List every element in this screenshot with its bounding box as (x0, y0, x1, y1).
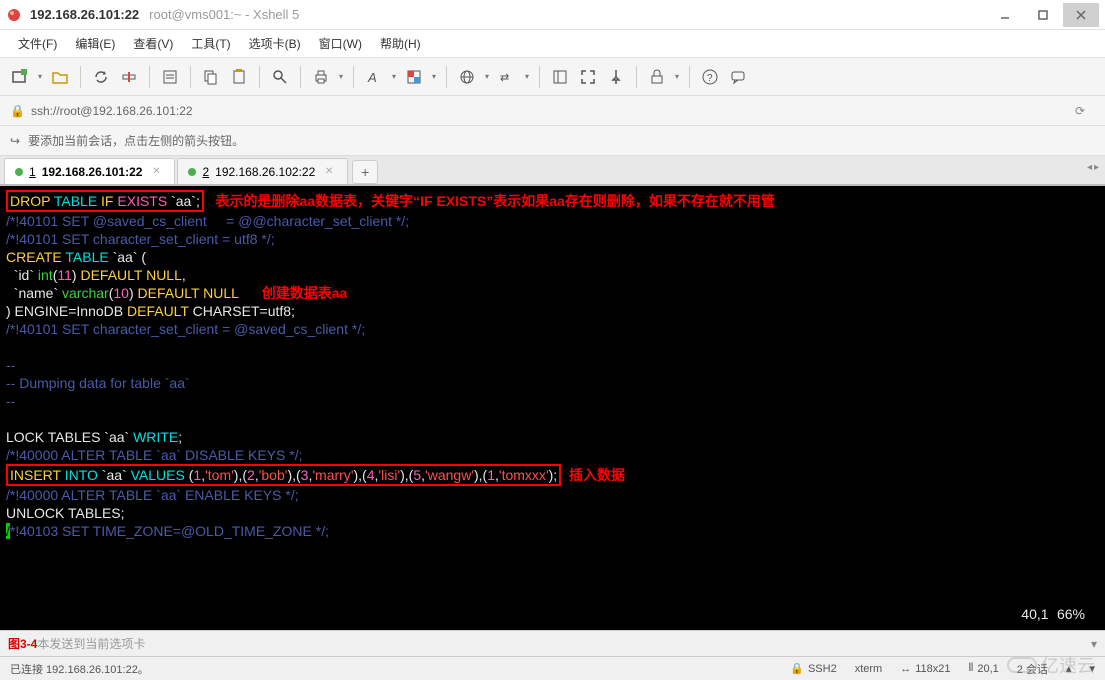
disconnect-icon[interactable] (117, 65, 141, 89)
status-connection: 已连接 192.168.26.101:22。 (10, 661, 772, 677)
print-icon[interactable] (309, 65, 333, 89)
toolbar: ▾ ▾ A ▾ ▾ ▾ ⇄ ▾ ▾ ? (0, 58, 1105, 96)
refresh-icon[interactable]: ⟳ (1075, 104, 1095, 118)
tab-bar: 1 192.168.26.101:22 ✕ 2 192.168.26.102:2… (0, 156, 1105, 186)
close-tab-icon[interactable]: ✕ (148, 164, 164, 180)
search-icon[interactable] (268, 65, 292, 89)
dropdown-icon[interactable]: ▾ (337, 72, 345, 81)
dropdown-icon[interactable]: ▾ (36, 72, 44, 81)
font-icon[interactable]: A (362, 65, 386, 89)
properties-icon[interactable] (158, 65, 182, 89)
send-text: 本发送到当前选项卡 (37, 635, 145, 652)
menubar: 文件(F) 编辑(E) 查看(V) 工具(T) 选项卡(B) 窗口(W) 帮助(… (0, 30, 1105, 58)
status-protocol: 🔒SSH2 (790, 662, 836, 675)
new-session-icon[interactable] (8, 65, 32, 89)
menu-window[interactable]: 窗口(W) (311, 32, 370, 55)
reconnect-icon[interactable] (89, 65, 113, 89)
tab-session-2[interactable]: 2 192.168.26.102:22 ✕ (177, 158, 348, 184)
svg-text:?: ? (707, 73, 713, 84)
minimize-button[interactable] (987, 3, 1023, 27)
maximize-button[interactable] (1025, 3, 1061, 27)
status-bar: 已连接 192.168.26.101:22。 🔒SSH2 xterm ↔118x… (0, 656, 1105, 680)
tab-prev-icon[interactable]: ◂ (1087, 162, 1092, 173)
tab-next-icon[interactable]: ▸ (1094, 162, 1099, 173)
arrow-icon[interactable]: ↪ (10, 134, 20, 148)
address-url[interactable]: ssh://root@192.168.26.101:22 (31, 104, 193, 118)
window-title: 192.168.26.101:22 (30, 7, 139, 22)
window-subtitle: root@vms001:~ - Xshell 5 (149, 7, 299, 22)
menu-file[interactable]: 文件(F) (10, 32, 65, 55)
globe-icon[interactable] (455, 65, 479, 89)
svg-text:A: A (367, 70, 377, 85)
color-icon[interactable] (402, 65, 426, 89)
close-tab-icon[interactable]: ✕ (321, 164, 337, 180)
sidebar-icon[interactable] (548, 65, 572, 89)
svg-text:⇄: ⇄ (500, 72, 509, 84)
hint-bar: ↪ 要添加当前会话，点击左侧的箭头按钮。 (0, 126, 1105, 156)
tab-label: 192.168.26.102:22 (215, 165, 315, 179)
menu-edit[interactable]: 编辑(E) (67, 32, 123, 55)
close-button[interactable] (1063, 3, 1099, 27)
dropdown-icon[interactable]: ▾ (673, 72, 681, 81)
dropdown-icon[interactable]: ▾ (430, 72, 438, 81)
status-dot-icon (188, 168, 196, 176)
tab-nav: ◂ ▸ (1087, 162, 1099, 173)
hint-text: 要添加当前会话，点击左侧的箭头按钮。 (28, 132, 244, 149)
menu-tabs[interactable]: 选项卡(B) (241, 32, 309, 55)
send-bar[interactable]: 图3-4本发送到当前选项卡 ▾ (0, 630, 1105, 656)
help-icon[interactable]: ? (698, 65, 722, 89)
figure-label: 图3-4 (8, 635, 37, 652)
status-size: ↔118x21 (900, 663, 950, 675)
tab-number: 1 (29, 165, 36, 179)
chat-icon[interactable] (726, 65, 750, 89)
tab-label: 192.168.26.101:22 (42, 165, 143, 179)
tab-session-1[interactable]: 1 192.168.26.101:22 ✕ (4, 158, 175, 184)
watermark: 亿速云 (1007, 652, 1095, 678)
annotation-create: 创建数据表aa (262, 285, 348, 301)
menu-tools[interactable]: 工具(T) (183, 32, 238, 55)
dropdown-icon[interactable]: ▾ (390, 72, 398, 81)
tab-number: 2 (202, 165, 209, 179)
copy-icon[interactable] (199, 65, 223, 89)
status-termtype: xterm (855, 663, 883, 675)
dropdown-icon[interactable]: ▾ (483, 72, 491, 81)
dropdown-icon[interactable]: ▾ (523, 72, 531, 81)
terminal[interactable]: DROP TABLE IF EXISTS `aa`; 表示的是删除aa数据表，关… (0, 186, 1105, 630)
lock-small-icon: 🔒 (10, 104, 25, 118)
menu-view[interactable]: 查看(V) (125, 32, 181, 55)
titlebar: 192.168.26.101:22 root@vms001:~ - Xshell… (0, 0, 1105, 30)
encoding-icon[interactable]: ⇄ (495, 65, 519, 89)
annotation-drop: 表示的是删除aa数据表，关键字“IF EXISTS”表示如果aa存在则删除，如果… (216, 193, 775, 209)
lock-icon[interactable] (645, 65, 669, 89)
fullscreen-icon[interactable] (576, 65, 600, 89)
add-tab-button[interactable]: + (352, 160, 378, 184)
status-cursor: ⦀20,1 (968, 662, 998, 675)
terminal-position: 40,1 66% (1021, 605, 1085, 624)
chevron-down-icon[interactable]: ▾ (1091, 637, 1097, 651)
annotation-insert: 插入数据 (569, 467, 625, 483)
app-icon (6, 7, 22, 23)
status-dot-icon (15, 168, 23, 176)
open-icon[interactable] (48, 65, 72, 89)
address-bar: 🔒 ssh://root@192.168.26.101:22 ⟳ (0, 96, 1105, 126)
paste-icon[interactable] (227, 65, 251, 89)
menu-help[interactable]: 帮助(H) (372, 32, 429, 55)
pin-icon[interactable] (604, 65, 628, 89)
